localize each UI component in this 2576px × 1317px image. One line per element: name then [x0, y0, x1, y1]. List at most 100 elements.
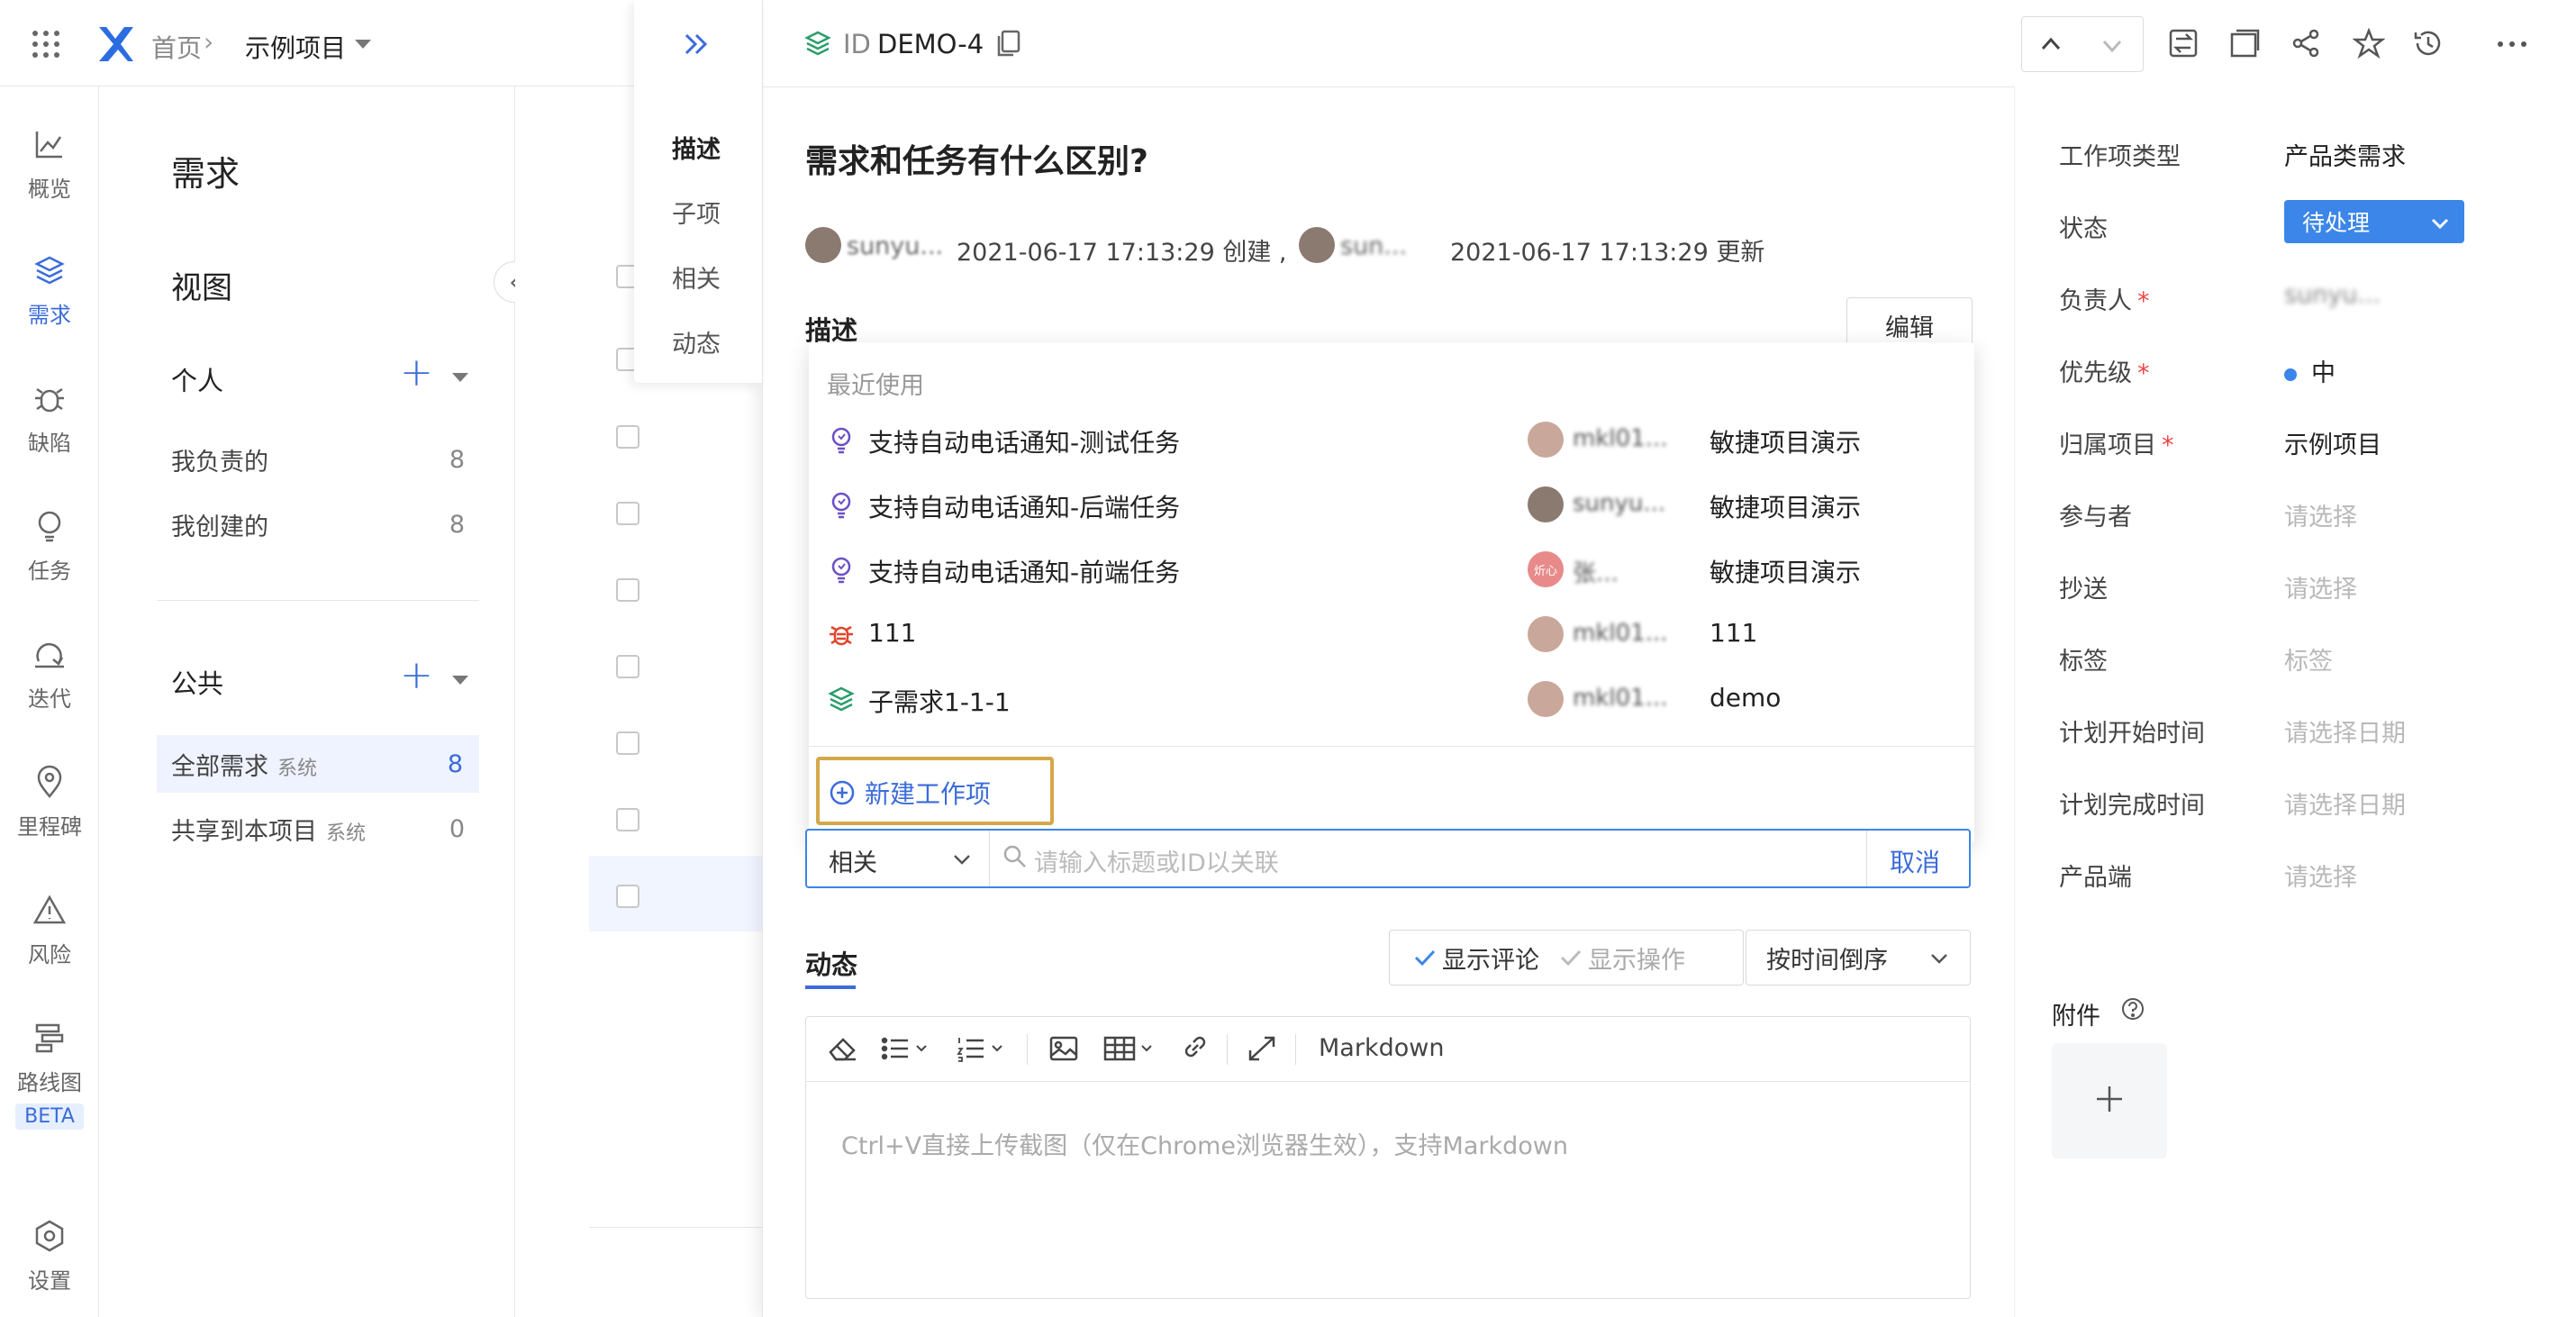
row-checkbox[interactable]	[616, 578, 639, 602]
show-comments-toggle[interactable]: 显示评论	[1413, 940, 1539, 976]
personal-collapse-icon[interactable]	[452, 373, 468, 382]
view-label-wrap: 共享到本项目 系统	[171, 812, 366, 847]
breadcrumb-project[interactable]: 示例项目	[245, 29, 346, 65]
add-public-view-icon[interactable]: +	[400, 652, 433, 698]
row-checkbox[interactable]	[616, 731, 639, 755]
plus-icon	[2093, 1083, 2126, 1119]
nav-risk[interactable]: 风险	[0, 892, 99, 968]
logo-icon[interactable]	[95, 25, 135, 63]
priority-value: 中	[2311, 359, 2336, 387]
editor-placeholder[interactable]: Ctrl+V直接上传截图（仅在Chrome浏览器生效），支持Markdown	[841, 1126, 1568, 1161]
meta-value[interactable]: 标签	[2284, 641, 2333, 677]
search-icon	[1002, 843, 1029, 870]
id-label: ID	[843, 29, 871, 59]
meta-value-text: 示例项目	[2284, 431, 2381, 459]
assignee-select[interactable]: sunyu...	[2284, 281, 2381, 309]
meta-value[interactable]: 请选择日期	[2284, 713, 2406, 749]
bullet-list-icon[interactable]	[881, 1034, 931, 1063]
row-checkbox[interactable]	[616, 502, 639, 525]
sort-value: 按时间倒序	[1766, 946, 1888, 975]
activity-heading[interactable]: 动态	[805, 944, 857, 982]
nav-overview[interactable]: 概览	[0, 126, 99, 203]
copy-icon[interactable]	[994, 29, 1021, 58]
bug-type-icon	[827, 620, 856, 649]
priority-select[interactable]: 中	[2284, 353, 2336, 388]
row-checkbox[interactable]	[616, 655, 639, 678]
more-icon[interactable]	[2497, 40, 2527, 49]
tab-description[interactable]: 描述	[672, 130, 721, 165]
history-icon[interactable]	[2412, 27, 2444, 59]
section-divider	[157, 600, 479, 601]
link-icon[interactable]	[1180, 1034, 1211, 1063]
tab-children[interactable]: 子项	[672, 195, 721, 230]
image-icon[interactable]	[1048, 1034, 1079, 1063]
meta-label: 状态	[2059, 209, 2108, 244]
star-icon[interactable]	[2353, 27, 2385, 59]
add-attachment-button[interactable]	[2052, 1043, 2167, 1158]
breadcrumb-home[interactable]: 首页	[151, 29, 202, 65]
activity-underline	[805, 985, 856, 989]
recent-item[interactable]: 111 mkl01... 111	[809, 602, 1974, 667]
nav-bug[interactable]: 缺陷	[0, 380, 99, 457]
nav-milestone[interactable]: 里程碑	[0, 764, 99, 840]
prev-item-icon[interactable]	[2037, 32, 2064, 56]
nav-roadmap[interactable]: 路线图 BETA	[0, 1020, 99, 1130]
recent-item[interactable]: 支持自动电话通知-前端任务 炘心 张... 敏捷项目演示	[809, 537, 1974, 602]
help-icon[interactable]	[2120, 996, 2145, 1022]
recent-item[interactable]: 支持自动电话通知-后端任务 sunyu... 敏捷项目演示	[809, 472, 1974, 537]
show-ops-toggle[interactable]: 显示操作	[1559, 940, 1685, 976]
next-item-icon[interactable]	[2099, 34, 2126, 58]
view-item-all-requirements[interactable]: 全部需求 系统 8	[157, 735, 479, 793]
fullscreen-icon[interactable]	[1247, 1034, 1277, 1063]
meta-value[interactable]: 请选择	[2284, 858, 2357, 893]
row-checkbox[interactable]	[616, 425, 639, 449]
meta-value[interactable]: 请选择	[2284, 497, 2357, 532]
table-icon[interactable]	[1102, 1034, 1158, 1063]
attachments-label: 附件	[2052, 1003, 2100, 1031]
convert-icon[interactable]	[2167, 27, 2200, 59]
recent-item[interactable]: 支持自动电话通知-测试任务 mkl01... 敏捷项目演示	[809, 407, 1974, 472]
relation-type-select[interactable]: 相关	[829, 843, 973, 878]
meta-value[interactable]: 请选择日期	[2284, 786, 2406, 821]
row-checkbox[interactable]	[616, 808, 639, 831]
view-panel	[99, 86, 515, 1317]
row-checkbox[interactable]	[616, 885, 639, 908]
meta-value-text: 请选择日期	[2284, 720, 2406, 748]
numbered-list-icon[interactable]	[957, 1034, 1007, 1063]
add-circle-icon	[829, 779, 856, 806]
nav-iteration[interactable]: 迭代	[0, 636, 99, 713]
project-dropdown-icon[interactable]	[355, 40, 371, 49]
window-icon[interactable]	[2228, 27, 2261, 59]
item-title[interactable]: 需求和任务有什么区别?	[805, 135, 1148, 182]
cancel-button[interactable]: 取消	[1890, 843, 1940, 879]
new-work-item-button[interactable]: 新建工作项	[829, 775, 991, 811]
recent-item[interactable]: 子需求1-1-1 mkl01... demo	[809, 667, 1974, 731]
share-icon[interactable]	[2290, 27, 2322, 59]
view-item-my-owned[interactable]: 我负责的 8	[171, 431, 465, 488]
creator-name: sunyu...	[847, 232, 944, 260]
view-item-shared[interactable]: 共享到本项目 系统 0	[171, 800, 465, 858]
tab-activity[interactable]: 动态	[672, 324, 721, 359]
id-value: DEMO-4	[877, 29, 984, 59]
public-collapse-icon[interactable]	[452, 676, 468, 685]
add-personal-view-icon[interactable]: +	[400, 350, 433, 395]
eraser-icon[interactable]	[827, 1034, 857, 1063]
expand-icon[interactable]	[683, 32, 710, 56]
tab-related[interactable]: 相关	[672, 259, 721, 295]
nav-settings[interactable]: 设置	[0, 1218, 99, 1294]
meta-value[interactable]: 示例项目	[2284, 425, 2381, 460]
meta-value[interactable]: 请选择	[2284, 569, 2357, 604]
app-grid-icon[interactable]	[31, 29, 61, 59]
meta-value[interactable]: 产品类需求	[2284, 137, 2406, 172]
view-item-my-created[interactable]: 我创建的 8	[171, 495, 465, 553]
markdown-toggle[interactable]: Markdown	[1319, 1034, 1444, 1062]
nav-requirement[interactable]: 需求	[0, 252, 99, 329]
task-type-icon	[827, 490, 856, 519]
relation-search-input[interactable]: 请输入标题或ID以关联	[1034, 843, 1279, 878]
status-select[interactable]: 待处理	[2284, 200, 2464, 243]
updated-time: 2021-06-17 17:13:29 更新	[1450, 239, 1765, 267]
detail-header-divider	[762, 86, 2014, 87]
sort-select[interactable]: 按时间倒序	[1746, 930, 1971, 985]
nav-task[interactable]: 任务	[0, 508, 99, 585]
status-value: 待处理	[2302, 210, 2371, 236]
